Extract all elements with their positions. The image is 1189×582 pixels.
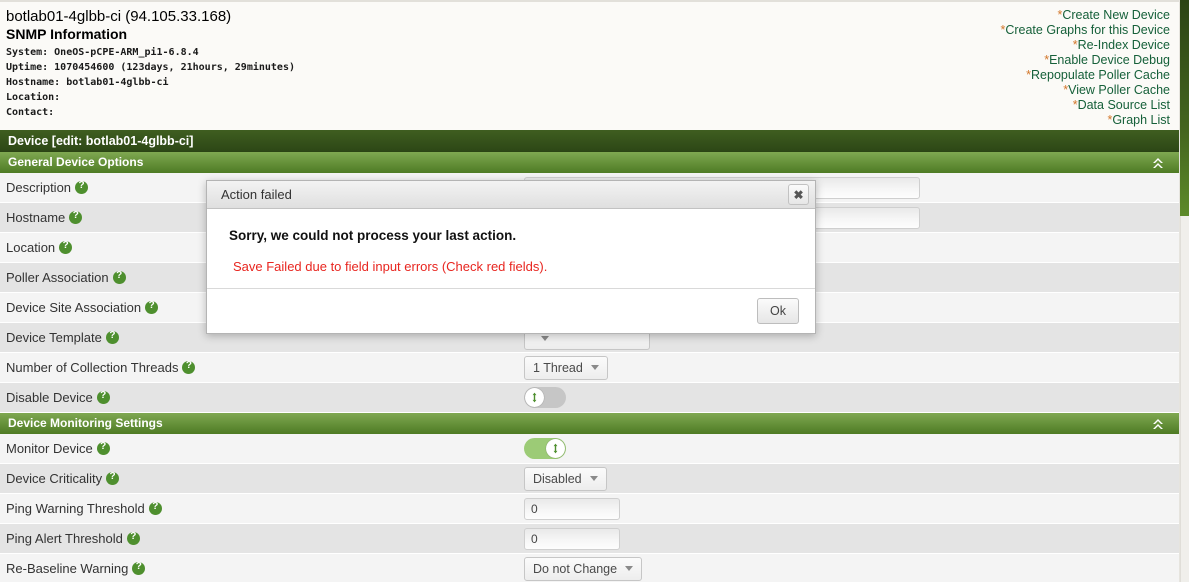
close-icon[interactable]: ✖ [788,184,809,205]
row-label: Ping Alert Threshold [0,531,140,546]
dialog-footer: Ok [207,288,815,333]
section-label: Device Monitoring Settings [8,416,163,430]
row-ping-alert-threshold: Ping Alert Threshold [0,524,1180,554]
control-cell: Disabled [524,466,607,491]
section-header-general-device-options[interactable]: General Device Options [0,152,1180,173]
snmp-line-location: Location: [6,92,61,103]
action-view-poller-cache[interactable]: *View Poller Cache [1000,83,1170,98]
collection-threads-select[interactable]: 1 Thread [524,355,608,380]
snmp-information-heading: SNMP Information [6,26,128,42]
action-failed-dialog: Action failed ✖ Sorry, we could not proc… [206,180,816,334]
help-icon[interactable] [132,561,146,575]
chevron-down-icon [589,476,598,481]
row-re-baseline-warning: Re-Baseline Warning Do not Change [0,554,1180,582]
help-icon[interactable] [75,180,89,194]
select-value: Do not Change [533,561,618,576]
row-label: Re-Baseline Warning [0,561,146,576]
control-cell [524,438,566,459]
vertical-scrollbar[interactable] [1180,0,1189,582]
action-enable-device-debug[interactable]: *Enable Device Debug [1000,53,1170,68]
re-baseline-warning-select[interactable]: Do not Change [524,556,643,581]
device-actions-list: *Create New Device *Create Graphs for th… [1000,8,1170,128]
row-number-of-collection-threads: Number of Collection Threads 1 Thread [0,353,1180,383]
toggle-knob [546,439,565,458]
dialog-title: Action failed [221,187,292,202]
device-info-header: botlab01-4glbb-ci (94.105.33.168) SNMP I… [0,0,1180,128]
snmp-details: System: OneOS-pCPE-ARM_pi1-6.8.4 Uptime:… [6,45,295,120]
chevron-down-icon [625,566,634,571]
row-label: Location [0,240,73,255]
help-icon[interactable] [126,531,140,545]
action-data-source-list[interactable]: *Data Source List [1000,98,1170,113]
action-re-index-device[interactable]: *Re-Index Device [1000,38,1170,53]
control-cell: 1 Thread [524,355,608,380]
control-cell [524,497,620,520]
help-icon[interactable] [69,210,83,224]
row-label: Disable Device [0,390,110,405]
dialog-error-message: Save Failed due to field input errors (C… [233,259,548,274]
row-label: Device Template [0,330,119,345]
row-label: Number of Collection Threads [0,360,196,375]
monitor-device-toggle[interactable] [524,438,566,459]
row-disable-device: Disable Device [0,383,1180,413]
disable-device-toggle[interactable] [524,387,566,408]
row-label: Poller Association [0,270,126,285]
help-icon[interactable] [96,390,110,404]
row-monitor-device: Monitor Device [0,434,1180,464]
control-cell [524,387,566,408]
action-create-graphs-for-this-device[interactable]: *Create Graphs for this Device [1000,23,1170,38]
snmp-line-hostname: Hostname: botlab01-4glbb-ci [6,77,169,88]
row-label: Ping Warning Threshold [0,501,162,516]
ping-warning-threshold-input[interactable] [524,497,620,520]
chevron-down-icon [541,335,549,341]
chevron-double-up-icon[interactable] [1150,155,1166,171]
help-icon[interactable] [148,501,162,515]
dialog-message: Sorry, we could not process your last ac… [229,228,517,243]
device-criticality-select[interactable]: Disabled [524,466,607,491]
row-ping-warning-threshold: Ping Warning Threshold [0,494,1180,524]
row-label: Description [0,180,89,195]
row-label: Device Criticality [0,471,120,486]
row-label: Monitor Device [0,441,110,456]
section-header-device-monitoring-settings[interactable]: Device Monitoring Settings [0,413,1180,434]
control-cell: Do not Change [524,556,643,581]
help-icon[interactable] [112,270,126,284]
page-root: botlab01-4glbb-ci (94.105.33.168) SNMP I… [0,0,1189,582]
control-cell [524,527,620,550]
action-repopulate-poller-cache[interactable]: *Repopulate Poller Cache [1000,68,1170,83]
snmp-line-system: System: OneOS-pCPE-ARM_pi1-6.8.4 [6,47,199,58]
select-value: Disabled [533,471,582,486]
row-label: Hostname [0,210,83,225]
select-value: 1 Thread [533,360,583,375]
toggle-knob [525,388,544,407]
help-icon[interactable] [96,441,110,455]
help-icon[interactable] [105,330,119,344]
action-create-new-device[interactable]: *Create New Device [1000,8,1170,23]
dialog-body: Sorry, we could not process your last ac… [207,209,815,288]
action-graph-list[interactable]: *Graph List [1000,113,1170,128]
help-icon[interactable] [145,300,159,314]
chevron-double-up-icon[interactable] [1150,416,1166,432]
help-icon[interactable] [182,360,196,374]
help-icon[interactable] [106,471,120,485]
ok-button[interactable]: Ok [757,298,799,324]
ping-alert-threshold-input[interactable] [524,527,620,550]
dialog-titlebar: Action failed ✖ [207,181,815,209]
page-title: botlab01-4glbb-ci (94.105.33.168) [6,8,232,25]
snmp-line-uptime: Uptime: 1070454600 (123days, 21hours, 29… [6,62,295,73]
section-label: General Device Options [8,155,144,169]
row-device-criticality: Device Criticality Disabled [0,464,1180,494]
chevron-down-icon [590,365,599,370]
scrollbar-thumb[interactable] [1180,0,1189,216]
panel-title-text: Device [edit: botlab01-4glbb-ci] [8,134,194,148]
snmp-line-contact: Contact: [6,107,55,118]
row-label: Device Site Association [0,300,159,315]
panel-title-bar: Device [edit: botlab01-4glbb-ci] [0,130,1180,152]
help-icon[interactable] [59,240,73,254]
